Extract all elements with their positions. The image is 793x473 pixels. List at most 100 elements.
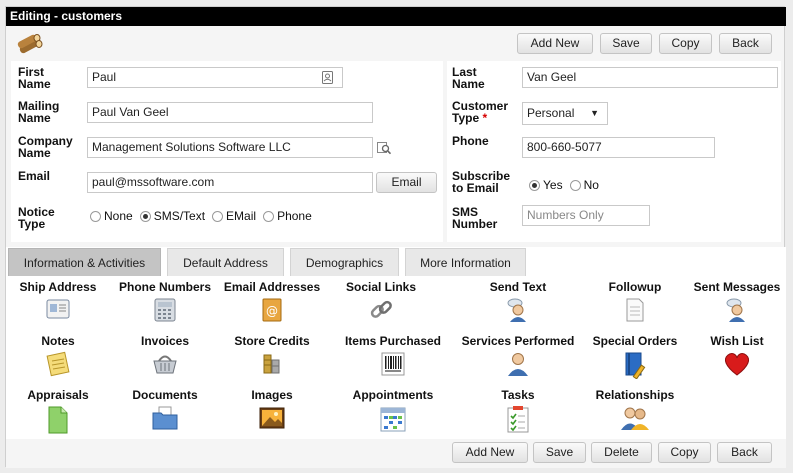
tabs-bar: Information & Activities Default Address… [6,247,786,276]
window-title: Editing - customers [6,7,786,26]
coins-icon [263,354,280,374]
first-name-label: First Name [18,65,51,91]
mailing-name-label: Mailing Name [18,99,60,125]
subscribe-yes-label: Yes [543,178,563,192]
activity-label: Appraisals [27,388,89,402]
copy-button[interactable]: Copy [659,33,712,54]
book-pencil-icon [625,352,646,379]
activity-invoices[interactable]: Invoices [105,334,225,375]
notice-sms-radio[interactable] [139,210,151,222]
tab-demographics[interactable]: Demographics [290,248,399,276]
activity-social-links[interactable]: Social Links [321,280,441,323]
subscribe-yes-radio[interactable] [529,179,540,191]
barcode-icon [381,352,405,376]
activity-tasks[interactable]: Tasks [458,388,578,433]
edit-window: Editing - customers Add New Save Copy Ba… [5,6,786,468]
activity-label: Notes [41,334,75,348]
first-name-input[interactable]: Paul [87,67,343,88]
activities-grid: Ship Address Phone Numbers Email Address… [6,276,786,439]
back-button-bottom[interactable]: Back [717,442,772,463]
notice-none-label: None [104,209,133,223]
activity-label: Send Text [489,280,547,294]
activity-label: Wish List [710,334,764,348]
sms-number-label: SMS Number [452,205,498,231]
svg-text:@: @ [266,304,278,318]
activity-images[interactable]: Images [212,388,332,431]
activity-documents[interactable]: Documents [105,388,225,431]
activity-appraisals[interactable]: Appraisals [0,388,118,435]
activity-sent-messages[interactable]: Sent Messages [677,280,793,323]
activity-items-purchased[interactable]: Items Purchased [333,334,453,377]
subscribe-no-radio[interactable] [569,179,581,191]
activity-label: Tasks [501,388,535,402]
basket-icon [153,355,177,374]
activity-label: Appointments [352,388,434,402]
person-icon [508,353,528,376]
tab-more-information[interactable]: More Information [405,248,526,276]
activity-appointments[interactable]: Appointments [333,388,453,433]
notice-phone-radio[interactable] [263,210,275,222]
activity-label: Ship Address [19,280,97,294]
activity-label: Phone Numbers [118,280,211,294]
save-button[interactable]: Save [600,33,652,54]
activity-notes[interactable]: Notes [0,334,118,377]
logs-logo-icon [17,34,43,54]
mailing-name-input[interactable]: Paul Van Geel [87,102,373,123]
activity-ship-address[interactable]: Ship Address [0,280,118,321]
sms-number-input[interactable]: Numbers Only [522,205,650,226]
activity-label: Images [251,388,293,402]
phone-label: Phone [452,134,489,148]
tab-information-activities[interactable]: Information & Activities [8,248,161,276]
notice-none-radio[interactable] [90,210,101,222]
activity-relationships[interactable]: Relationships [575,388,695,431]
phone-icon [154,298,176,322]
activity-services-performed[interactable]: Services Performed [458,334,578,377]
activity-label: Social Links [345,280,417,294]
email-label: Email [18,169,51,183]
document-icon [626,298,644,322]
delete-button-bottom[interactable]: Delete [591,442,652,463]
activity-label: Documents [132,388,198,402]
activity-label: Sent Messages [693,280,781,294]
customer-type-label-text: Customer Type [452,99,509,125]
notice-type-radio-group: None SMS/Text EMail Phone [90,209,319,223]
activity-label: Store Credits [234,334,310,348]
activity-store-credits[interactable]: Store Credits [212,334,332,377]
activity-label: Invoices [140,334,190,348]
email-input[interactable]: paul@mssoftware.com [87,172,373,193]
heart-icon [724,353,750,376]
tab-default-address[interactable]: Default Address [167,248,284,276]
last-name-label: Last Name [452,65,485,91]
contact-card-icon[interactable] [322,71,333,84]
company-name-input[interactable]: Management Solutions Software LLC [87,137,373,158]
required-mark: * [482,111,488,125]
notice-email-radio[interactable] [212,210,224,222]
company-lookup-icon[interactable] [377,141,392,155]
activity-send-text[interactable]: Send Text [458,280,578,323]
notepad-icon [46,351,70,377]
copy-button-bottom[interactable]: Copy [658,442,711,463]
phone-input[interactable]: 800-660-5077 [522,137,715,158]
notice-sms-label: SMS/Text [153,209,206,223]
add-new-button[interactable]: Add New [517,33,593,54]
activity-phone-numbers[interactable]: Phone Numbers [105,280,225,323]
send-email-button[interactable]: Email [376,172,437,193]
activity-label: Items Purchased [344,334,442,348]
activity-email-addresses[interactable]: Email Addresses @ [212,280,332,323]
chain-link-icon [370,300,392,318]
back-button[interactable]: Back [719,33,772,54]
green-document-icon [48,406,68,434]
dropdown-arrow-icon: ▼ [590,108,599,118]
activity-label: Relationships [595,388,675,402]
bottom-toolbar: Add New Save Delete Copy Back [6,439,786,468]
subscribe-no-label: No [583,178,599,192]
activity-label: Services Performed [461,334,575,348]
folder-icon [152,406,178,430]
people-icon [621,407,649,430]
notice-phone-label: Phone [277,209,312,223]
last-name-input[interactable]: Van Geel [522,67,778,88]
save-button-bottom[interactable]: Save [533,442,586,463]
activity-wish-list[interactable]: Wish List [677,334,793,377]
add-new-button-bottom[interactable]: Add New [452,442,528,463]
customer-type-select[interactable]: Personal ▼ [522,102,608,125]
